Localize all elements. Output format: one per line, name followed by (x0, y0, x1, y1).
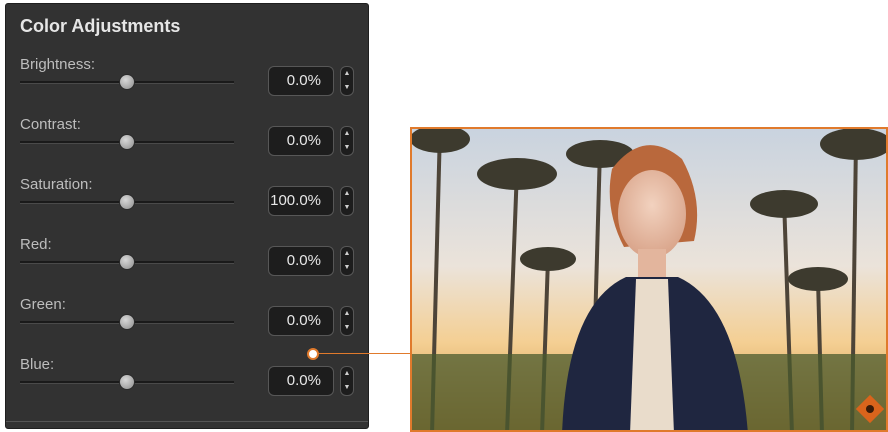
brightness-label: Brightness: (20, 56, 96, 73)
contrast-label: Contrast: (20, 116, 81, 133)
blue-value-field[interactable]: 0.0% (268, 366, 334, 396)
green-row: Green: 0.0% ▲ ▼ (6, 296, 368, 356)
green-stepper[interactable]: ▲ ▼ (340, 306, 354, 336)
red-stepper[interactable]: ▲ ▼ (340, 246, 354, 276)
red-row: Red: 0.0% ▲ ▼ (6, 236, 368, 296)
blue-stepper[interactable]: ▲ ▼ (340, 366, 354, 396)
green-value-field[interactable]: 0.0% (268, 306, 334, 336)
blue-label: Blue: (20, 356, 55, 373)
chevron-up-icon[interactable]: ▲ (341, 127, 353, 141)
callout-line (318, 353, 411, 354)
saturation-value-field[interactable]: 100.0% (268, 186, 334, 216)
saturation-stepper[interactable]: ▲ ▼ (340, 186, 354, 216)
blue-slider-thumb[interactable] (119, 374, 135, 390)
saturation-label: Saturation: (20, 176, 93, 193)
saturation-row: Saturation: 100.0% ▲ ▼ (6, 176, 368, 236)
saturation-slider-thumb[interactable] (119, 194, 135, 210)
video-preview (410, 127, 888, 432)
panel-title: Color Adjustments (20, 16, 181, 36)
chevron-down-icon[interactable]: ▼ (341, 201, 353, 215)
contrast-stepper[interactable]: ▲ ▼ (340, 126, 354, 156)
presenter-neck (638, 249, 666, 279)
chevron-up-icon[interactable]: ▲ (341, 247, 353, 261)
chevron-down-icon[interactable]: ▼ (341, 81, 353, 95)
chevron-up-icon[interactable]: ▲ (341, 367, 353, 381)
red-slider-thumb[interactable] (119, 254, 135, 270)
chevron-down-icon[interactable]: ▼ (341, 321, 353, 335)
chevron-up-icon[interactable]: ▲ (341, 67, 353, 81)
contrast-slider[interactable] (20, 134, 234, 150)
presenter-face (618, 170, 686, 258)
color-adjustments-panel: Color Adjustments Brightness: 0.0% ▲ ▼ C… (5, 3, 369, 429)
chevron-down-icon[interactable]: ▼ (341, 381, 353, 395)
red-label: Red: (20, 236, 52, 253)
chevron-up-icon[interactable]: ▲ (341, 307, 353, 321)
contrast-slider-thumb[interactable] (119, 134, 135, 150)
green-label: Green: (20, 296, 66, 313)
blue-row: Blue: 0.0% ▲ ▼ (6, 356, 368, 416)
chevron-up-icon[interactable]: ▲ (341, 187, 353, 201)
contrast-row: Contrast: 0.0% ▲ ▼ (6, 116, 368, 176)
brightness-value-field[interactable]: 0.0% (268, 66, 334, 96)
brightness-slider-thumb[interactable] (119, 74, 135, 90)
preview-scene (412, 129, 886, 430)
brightness-slider[interactable] (20, 74, 234, 90)
panel-divider (6, 421, 368, 422)
red-slider[interactable] (20, 254, 234, 270)
chevron-down-icon[interactable]: ▼ (341, 141, 353, 155)
green-slider[interactable] (20, 314, 234, 330)
contrast-value-field[interactable]: 0.0% (268, 126, 334, 156)
brightness-stepper[interactable]: ▲ ▼ (340, 66, 354, 96)
saturation-slider[interactable] (20, 194, 234, 210)
callout-dot (307, 348, 319, 360)
presenter-blouse (630, 279, 674, 430)
chevron-down-icon[interactable]: ▼ (341, 261, 353, 275)
blue-slider[interactable] (20, 374, 234, 390)
red-value-field[interactable]: 0.0% (268, 246, 334, 276)
green-slider-thumb[interactable] (119, 314, 135, 330)
brightness-row: Brightness: 0.0% ▲ ▼ (6, 56, 368, 116)
